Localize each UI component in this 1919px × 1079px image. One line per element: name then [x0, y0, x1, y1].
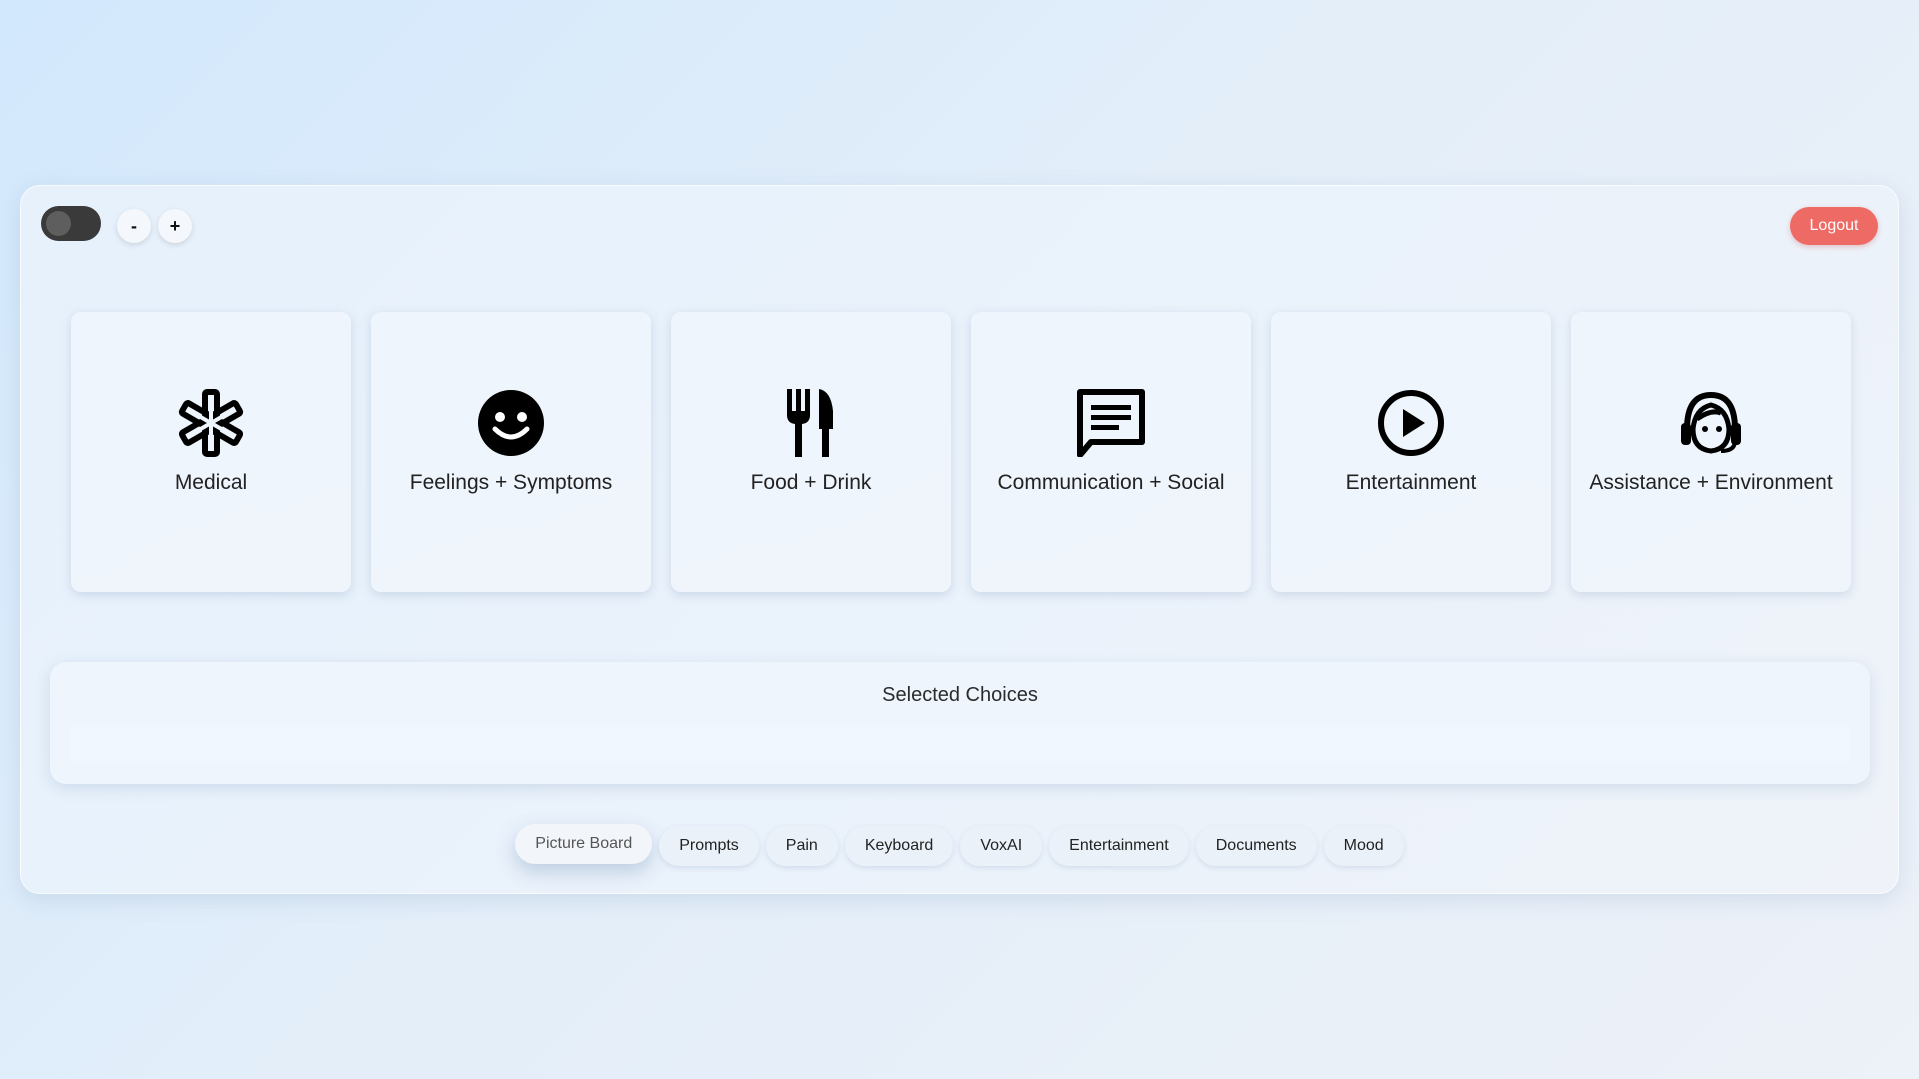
category-label: Food + Drink — [750, 471, 872, 494]
main-panel: - + Logout Medical Feelings + Symptoms F… — [20, 185, 1899, 894]
support-agent-icon — [1677, 389, 1745, 457]
toggle-knob — [46, 211, 71, 236]
zoom-out-button[interactable]: - — [117, 209, 151, 243]
category-tile-food[interactable]: Food + Drink — [671, 312, 951, 592]
tab-picture-board[interactable]: Picture Board — [515, 824, 653, 864]
tab-keyboard[interactable]: Keyboard — [844, 826, 954, 866]
tab-mood[interactable]: Mood — [1323, 826, 1404, 866]
category-label: Assistance + Environment — [1589, 471, 1833, 494]
tab-voxai[interactable]: VoxAI — [960, 826, 1043, 866]
selected-choices-title: Selected Choices — [882, 684, 1038, 706]
tab-documents[interactable]: Documents — [1195, 826, 1317, 866]
category-label: Communication + Social — [997, 471, 1225, 494]
category-tile-assistance[interactable]: Assistance + Environment — [1571, 312, 1851, 592]
category-label: Medical — [174, 471, 248, 494]
category-label: Entertainment — [1345, 471, 1477, 494]
bottom-tab-bar: Picture Board Prompts Pain Keyboard VoxA… — [21, 824, 1898, 866]
logout-button[interactable]: Logout — [1790, 207, 1878, 245]
category-grid: Medical Feelings + Symptoms Food + Drink… — [71, 312, 1851, 592]
tab-pain[interactable]: Pain — [765, 826, 838, 866]
category-tile-medical[interactable]: Medical — [71, 312, 351, 592]
play-circle-icon — [1377, 389, 1445, 457]
category-tile-entertainment[interactable]: Entertainment — [1271, 312, 1551, 592]
theme-toggle[interactable] — [41, 206, 101, 241]
chat-message-icon — [1077, 389, 1145, 457]
tab-prompts[interactable]: Prompts — [659, 826, 759, 866]
selected-choices-area — [70, 725, 1850, 763]
selected-choices-panel: Selected Choices — [50, 662, 1870, 784]
tab-entertainment[interactable]: Entertainment — [1049, 826, 1189, 866]
medical-star-icon — [177, 389, 245, 457]
smiley-face-icon — [477, 389, 545, 457]
fork-knife-icon — [777, 389, 845, 457]
category-label: Feelings + Symptoms — [409, 471, 613, 494]
category-tile-feelings[interactable]: Feelings + Symptoms — [371, 312, 651, 592]
category-tile-communication[interactable]: Communication + Social — [971, 312, 1251, 592]
zoom-in-button[interactable]: + — [158, 209, 192, 243]
